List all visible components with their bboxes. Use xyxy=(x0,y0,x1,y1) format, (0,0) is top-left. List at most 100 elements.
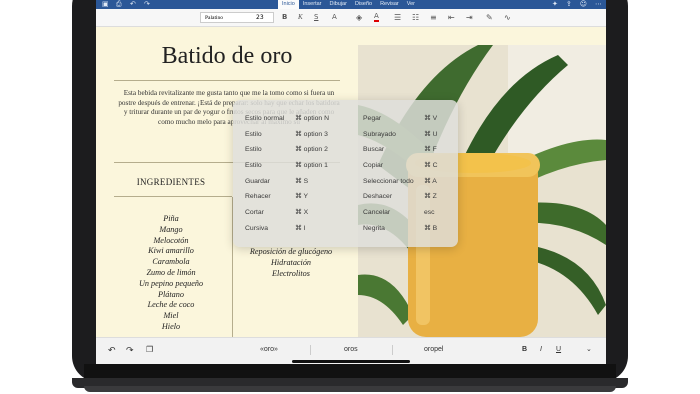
tab-revisar[interactable]: Revisar xyxy=(376,0,403,9)
font-name-value: Palatino xyxy=(205,15,224,21)
ingredient-item: Piña xyxy=(163,214,179,223)
shortcut-label: Seleccionar todo xyxy=(363,178,414,185)
ribbon-right-icons: ✦ ⇪ ☺ ⋯ xyxy=(552,0,602,9)
ingredients-list[interactable]: Piña Mango Melocotón Kiwi amarillo Caram… xyxy=(96,214,246,333)
suggestion-3[interactable]: oropel xyxy=(424,338,443,362)
styles-icon[interactable]: ✎ xyxy=(486,12,493,23)
redo-icon[interactable]: ↷ xyxy=(144,0,150,9)
ribbon-tabs: Inicio Insertar Dibujar Diseño Revisar V… xyxy=(278,0,419,9)
ingredient-item: Zumo de limón xyxy=(146,267,196,277)
shortcut-keys: ⌘ option 1 xyxy=(295,162,328,169)
shortcut-keys: ⌘ S xyxy=(295,178,309,185)
ingredient-item: Plátano xyxy=(158,289,184,299)
shortcut-label: Pegar xyxy=(363,115,382,122)
ingredient-item: Kiwi amarillo xyxy=(148,246,194,256)
shortcut-label: Guardar xyxy=(245,178,270,185)
bold-icon[interactable]: B xyxy=(282,12,287,23)
font-color-a-icon[interactable]: A xyxy=(332,12,337,23)
suggestion-divider xyxy=(310,345,311,355)
word-app-screen: ▣ ⎙ ↶ ↷ Inicio Insertar Dibujar Diseño R… xyxy=(96,0,606,364)
underline-button[interactable]: U xyxy=(556,338,561,362)
tab-diseno[interactable]: Diseño xyxy=(351,0,376,9)
align-icon[interactable]: ≡ xyxy=(430,12,437,23)
lightbulb-icon[interactable]: ✦ xyxy=(552,0,558,9)
save-icon[interactable]: ⎙ xyxy=(116,0,122,9)
suggestion-1[interactable]: «oro» xyxy=(260,338,278,362)
undo-icon[interactable]: ↶ xyxy=(108,338,116,362)
shortcut-keys: ⌘ V xyxy=(424,115,438,122)
tab-ver[interactable]: Ver xyxy=(403,0,419,9)
shortcut-label: Cancelar xyxy=(363,209,391,216)
device-bottom-bezel xyxy=(84,364,616,378)
shortcut-keys: esc xyxy=(424,209,435,216)
ingredient-item: Mango xyxy=(159,224,183,234)
shortcut-keys: ⌘ B xyxy=(424,225,438,232)
share-icon[interactable]: ⇪ xyxy=(566,0,572,9)
draw-icon[interactable]: ∿ xyxy=(504,12,511,23)
shortcut-keys: ⌘ X xyxy=(295,209,309,216)
shortcut-label: Negrita xyxy=(363,225,385,232)
shortcut-label: Deshacer xyxy=(363,193,393,200)
shortcut-label: Estilo xyxy=(245,162,262,169)
benefits-list[interactable]: Reposición de glucógeno Hidratación Elec… xyxy=(236,247,346,279)
home-indicator[interactable] xyxy=(292,360,410,363)
person-icon[interactable]: ☺ xyxy=(580,0,587,9)
keyboard-shortcuts-overlay: Estilo normal ⌘ option N Estilo ⌘ option… xyxy=(233,100,458,247)
shortcut-label: Subrayado xyxy=(363,131,396,138)
formatting-toolbar: Palatino 23 B K S A ◈ A ☰ ☷ ≡ ⇤ ⇥ ✎ ∿ xyxy=(96,9,606,27)
suggestion-divider xyxy=(392,345,393,355)
font-size-field[interactable]: 23 xyxy=(256,12,264,23)
benefit-item: Electrolitos xyxy=(272,268,310,278)
suggestion-2[interactable]: oros xyxy=(344,338,358,362)
ingredient-item: Un pepino pequeño xyxy=(138,278,204,288)
tab-dibujar[interactable]: Dibujar xyxy=(326,0,351,9)
shortcut-keys: ⌘ F xyxy=(424,146,437,153)
shortcut-keys: ⌘ U xyxy=(424,131,438,138)
shortcut-label: Buscar xyxy=(363,146,385,153)
ingredient-item: Leche de coco xyxy=(147,300,195,310)
shortcut-label: Copiar xyxy=(363,162,384,169)
indent-icon[interactable]: ⇤ xyxy=(448,12,455,23)
redo-icon[interactable]: ↷ xyxy=(126,338,134,362)
shortcut-label: Cortar xyxy=(245,209,264,216)
ribbon: ▣ ⎙ ↶ ↷ Inicio Insertar Dibujar Diseño R… xyxy=(96,0,606,27)
shortcut-label: Estilo normal xyxy=(245,115,285,122)
shortcut-keys: ⌘ option N xyxy=(295,115,330,122)
underline-icon[interactable]: S xyxy=(314,12,318,23)
numbering-icon[interactable]: ☷ xyxy=(412,12,419,23)
tab-inicio[interactable]: Inicio xyxy=(278,0,299,9)
shortcut-keys: ⌘ option 2 xyxy=(295,146,328,153)
shortcut-keys: ⌘ Y xyxy=(295,193,309,200)
highlight-icon[interactable]: ◈ xyxy=(356,12,362,23)
shortcut-keys: ⌘ I xyxy=(295,225,306,232)
outdent-icon[interactable]: ⇥ xyxy=(466,12,473,23)
ingredient-item: Miel xyxy=(163,311,179,321)
ingredient-item: Carambola xyxy=(152,257,190,267)
benefit-item: Hidratación xyxy=(270,257,312,267)
shortcut-label: Estilo xyxy=(245,146,262,153)
bold-button[interactable]: B xyxy=(522,338,527,362)
undo-icon[interactable]: ↶ xyxy=(130,0,136,9)
sidebar-toggle-icon[interactable]: ▣ xyxy=(102,0,109,9)
bullets-icon[interactable]: ☰ xyxy=(394,12,401,23)
clipboard-icon[interactable]: ❐ xyxy=(146,338,153,362)
shortcut-keys: ⌘ C xyxy=(424,162,438,169)
shortcut-label: Estilo xyxy=(245,131,262,138)
italic-icon[interactable]: K xyxy=(298,12,303,23)
text-color-icon[interactable]: A xyxy=(374,12,379,22)
shortcut-keys: ⌘ A xyxy=(424,178,437,185)
tab-insertar[interactable]: Insertar xyxy=(299,0,326,9)
shortcut-label: Cursiva xyxy=(245,225,269,232)
smart-keyboard-base xyxy=(84,386,616,392)
shortcut-keys: ⌘ Z xyxy=(424,193,437,200)
ingredients-heading[interactable]: INGREDIENTES xyxy=(96,177,246,187)
ingredient-item: Hielo xyxy=(161,321,181,331)
more-icon[interactable]: ⋯ xyxy=(595,0,602,9)
shortcut-label: Rehacer xyxy=(245,193,271,200)
document-title[interactable]: Batido de oro xyxy=(96,43,358,70)
shortcut-keys: ⌘ option 3 xyxy=(295,131,328,138)
chevron-down-icon[interactable]: ⌄ xyxy=(586,338,592,362)
italic-button[interactable]: I xyxy=(540,338,542,362)
benefit-item: Reposición de glucógeno xyxy=(249,247,333,256)
ingredients-divider xyxy=(114,196,232,197)
